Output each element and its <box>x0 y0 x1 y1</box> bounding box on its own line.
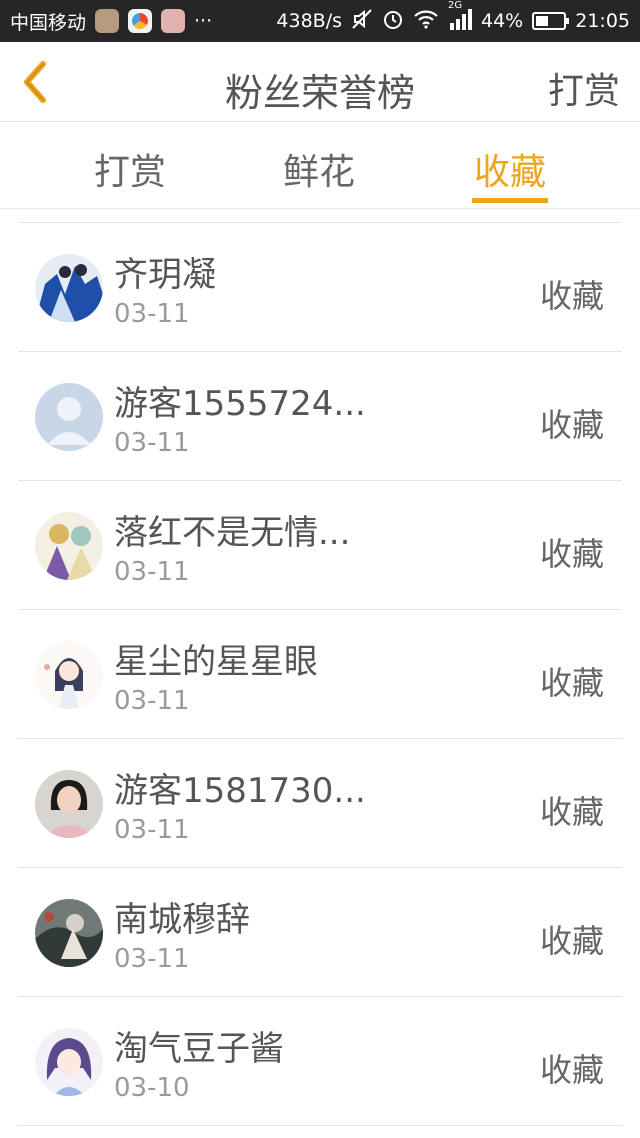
user-name: 星尘的星星眼 <box>114 642 318 682</box>
user-name: 落红不是无情... <box>114 513 351 553</box>
more-notifications-icon: ··· <box>194 10 213 32</box>
signal-icon: 2G <box>448 0 472 35</box>
user-name: 南城穆辞 <box>114 900 250 940</box>
action-type: 收藏 <box>539 277 604 315</box>
avatar <box>35 1028 103 1096</box>
user-date: 03-11 <box>114 557 190 587</box>
user-date: 03-11 <box>114 299 190 329</box>
action-type: 收藏 <box>539 793 604 831</box>
avatar <box>35 899 103 967</box>
clock: 21:05 <box>575 10 630 32</box>
network-type: 2G <box>448 0 463 11</box>
user-date: 03-11 <box>114 944 190 974</box>
network-speed: 438B/s <box>276 10 342 32</box>
wifi-icon <box>413 9 439 34</box>
avatar <box>35 770 103 838</box>
list-item[interactable]: 星尘的星星眼 03-11 收藏 <box>18 610 622 739</box>
list-item[interactable]: 游客1581730... 03-11 收藏 <box>18 739 622 868</box>
user-name: 游客1555724... <box>114 384 366 424</box>
list-item[interactable]: 淘气豆子酱 03-10 收藏 <box>18 997 622 1126</box>
tab-bar: 打赏 鲜花 收藏 <box>0 123 640 209</box>
tab-favorites[interactable]: 收藏 <box>474 143 546 195</box>
user-date: 03-11 <box>114 428 190 458</box>
page-title: 粉丝荣誉榜 <box>224 71 415 115</box>
tab-flowers[interactable]: 鲜花 <box>283 143 355 195</box>
active-tab-indicator <box>472 198 548 203</box>
avatar <box>35 254 103 322</box>
alarm-icon <box>382 8 404 35</box>
action-type: 收藏 <box>539 406 604 444</box>
tab-reward[interactable]: 打赏 <box>94 143 166 195</box>
battery-icon <box>532 12 570 30</box>
list-item[interactable]: 齐玥凝 03-11 收藏 <box>18 223 622 352</box>
list-item[interactable]: 游客1555724... 03-11 收藏 <box>18 352 622 481</box>
user-name: 淘气豆子酱 <box>114 1029 284 1069</box>
reward-button[interactable]: 打赏 <box>548 62 620 114</box>
user-name: 齐玥凝 <box>114 255 216 295</box>
status-bar-right: 438B/s 2G 44% 21:05 <box>276 0 630 35</box>
app-icon-3 <box>161 9 186 33</box>
app-icon-1 <box>95 9 120 33</box>
user-date: 03-10 <box>114 1073 190 1103</box>
action-type: 收藏 <box>539 664 604 702</box>
action-type: 收藏 <box>539 922 604 960</box>
action-type: 收藏 <box>539 1051 604 1089</box>
battery-percent: 44% <box>481 10 524 32</box>
avatar <box>35 383 103 451</box>
nav-bar: 粉丝荣誉榜 打赏 <box>0 42 640 122</box>
list-item[interactable]: 南城穆辞 03-11 收藏 <box>18 868 622 997</box>
user-name: 游客1581730... <box>114 771 366 811</box>
action-type: 收藏 <box>539 535 604 573</box>
app-icon-2 <box>128 9 153 33</box>
fan-list: 齐玥凝 03-11 收藏 游客1555724... 03-11 收藏 落红不是无… <box>18 222 622 1126</box>
mute-icon <box>351 8 373 35</box>
carrier-label: 中国移动 <box>10 11 87 34</box>
battery-fill <box>536 16 548 26</box>
avatar <box>35 512 103 580</box>
user-date: 03-11 <box>114 815 190 845</box>
user-date: 03-11 <box>114 686 190 716</box>
list-item[interactable]: 落红不是无情... 03-11 收藏 <box>18 481 622 610</box>
avatar <box>35 641 103 709</box>
status-bar-left: 中国移动 ··· <box>10 8 212 35</box>
status-bar: 中国移动 ··· 438B/s 2G 44% 21:05 <box>0 0 640 42</box>
